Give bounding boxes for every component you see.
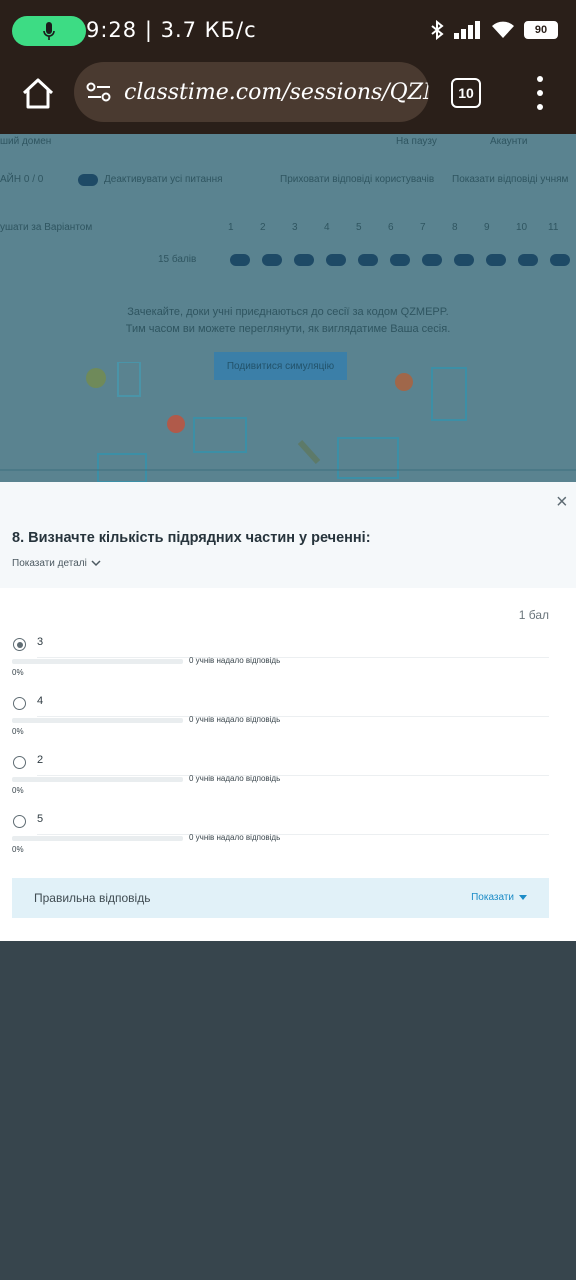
bg-question-toggle <box>518 254 538 266</box>
signal-icon <box>454 21 480 39</box>
question-title: 8. Визначте кількість підрядних частин у… <box>12 530 371 546</box>
show-details-label[interactable]: Показати деталі <box>12 558 87 569</box>
response-bar <box>12 659 183 664</box>
status-icons: 90 <box>430 20 558 40</box>
bg-points-label: 15 балів <box>158 254 197 265</box>
response-percent: 0% <box>12 786 24 795</box>
microphone-icon <box>43 22 55 40</box>
answer-option: 2 0 учнів надало відповідь 0% <box>0 754 576 816</box>
bg-question-toggle <box>262 254 282 266</box>
bg-question-number: 2 <box>260 222 266 233</box>
option-label: 3 <box>37 636 44 648</box>
bg-question-number: 9 <box>484 222 490 233</box>
tab-switcher-button[interactable]: 10 <box>451 78 481 108</box>
option-label: 5 <box>37 813 44 825</box>
show-correct-answer-button[interactable]: Показати <box>471 892 527 903</box>
clock: 9:28 | 3.7 КБ/с <box>86 18 257 42</box>
background-page: ший домен На паузу Акаунти АЙН 0 / 0 Деа… <box>0 134 576 482</box>
response-percent: 0% <box>12 845 24 854</box>
response-count: 0 учнів надало відповідь <box>189 774 281 783</box>
bg-question-toggle <box>486 254 506 266</box>
radio-button[interactable] <box>13 638 26 651</box>
response-percent: 0% <box>12 668 24 677</box>
url-text[interactable]: classtime.com/sessions/QZME <box>124 80 429 105</box>
caret-down-icon <box>519 895 527 900</box>
site-settings-icon[interactable] <box>86 81 112 103</box>
show-label[interactable]: Показати <box>471 892 514 903</box>
bg-question-toggle <box>390 254 410 266</box>
wifi-icon <box>492 21 514 38</box>
bg-pause-label: На паузу <box>396 136 437 147</box>
bg-question-toggle <box>422 254 442 266</box>
bg-question-toggle <box>358 254 378 266</box>
response-bar <box>12 777 183 782</box>
response-count: 0 учнів надало відповідь <box>189 715 281 724</box>
answer-option: 4 0 учнів надало відповідь 0% <box>0 695 576 757</box>
bg-answers-count: АЙН 0 / 0 <box>0 174 44 185</box>
bg-question-toggle <box>230 254 250 266</box>
radio-button[interactable] <box>13 697 26 710</box>
microphone-indicator[interactable] <box>12 16 86 46</box>
modal-header: × 8. Визначте кількість підрядних частин… <box>0 482 576 588</box>
chevron-down-icon <box>91 560 101 567</box>
answer-option: 5 0 учнів надало відповідь 0% <box>0 813 576 875</box>
bg-question-number: 10 <box>516 222 528 233</box>
correct-answer-panel: Правильна відповідь Показати <box>12 878 549 918</box>
bg-accounts-label: Акаунти <box>490 136 528 147</box>
response-percent: 0% <box>12 727 24 736</box>
bg-question-toggle <box>326 254 346 266</box>
close-icon[interactable]: × <box>556 492 576 512</box>
response-count: 0 учнів надало відповідь <box>189 833 281 842</box>
battery-icon: 90 <box>524 21 558 39</box>
response-bar <box>12 718 183 723</box>
bg-question-number: 11 <box>548 222 559 233</box>
points-label: 1 бал <box>518 608 549 622</box>
question-stats-modal: × 8. Визначте кількість підрядних частин… <box>0 482 576 941</box>
correct-answer-label: Правильна відповідь <box>34 891 151 905</box>
address-bar[interactable]: classtime.com/sessions/QZME <box>74 62 429 122</box>
bg-question-toggle <box>550 254 570 266</box>
radio-button[interactable] <box>13 756 26 769</box>
bluetooth-icon <box>431 20 444 40</box>
bg-deactivate-label: Деактивувати усі питання <box>104 174 223 185</box>
show-details-toggle[interactable]: Показати деталі <box>12 558 101 569</box>
response-bar <box>12 836 183 841</box>
bg-illustration <box>0 362 576 482</box>
more-menu-icon[interactable] <box>530 76 550 110</box>
network-speed: 3.7 КБ/с <box>160 18 257 42</box>
option-label: 2 <box>37 754 44 766</box>
bg-variant-label: ушати за Варіантом <box>0 222 93 233</box>
bg-question-number: 6 <box>388 222 394 233</box>
home-icon[interactable] <box>18 74 58 114</box>
bg-question-number: 1 <box>228 222 234 233</box>
bg-question-toggle <box>294 254 314 266</box>
divider <box>37 716 549 717</box>
bg-question-number: 4 <box>324 222 330 233</box>
bg-question-number: 8 <box>452 222 458 233</box>
bg-question-toggle <box>454 254 474 266</box>
status-bar: 9:28 | 3.7 КБ/с 90 <box>0 0 576 62</box>
bg-question-number: 7 <box>420 222 426 233</box>
bg-wait-line-2: Тим часом ви можете переглянути, як вигл… <box>125 323 451 335</box>
answer-option: 3 0 учнів надало відповідь 0% <box>0 636 576 698</box>
bg-question-number: 3 <box>292 222 298 233</box>
option-label: 4 <box>37 695 44 707</box>
divider <box>37 657 549 658</box>
bg-toggle <box>78 174 98 186</box>
divider <box>37 834 549 835</box>
browser-toolbar: classtime.com/sessions/QZME 10 <box>0 62 576 134</box>
bg-question-number: 5 <box>356 222 362 233</box>
bg-domain-label: ший домен <box>0 136 52 147</box>
radio-button[interactable] <box>13 815 26 828</box>
response-count: 0 учнів надало відповідь <box>189 656 281 665</box>
bg-wait-line-1: Зачекайте, доки учні приєднаються до сес… <box>127 306 449 318</box>
bg-reveal-label-2: Показати відповіді учням <box>452 174 569 185</box>
divider <box>37 775 549 776</box>
bg-reveal-label: Приховати відповіді користувачів <box>280 174 435 185</box>
